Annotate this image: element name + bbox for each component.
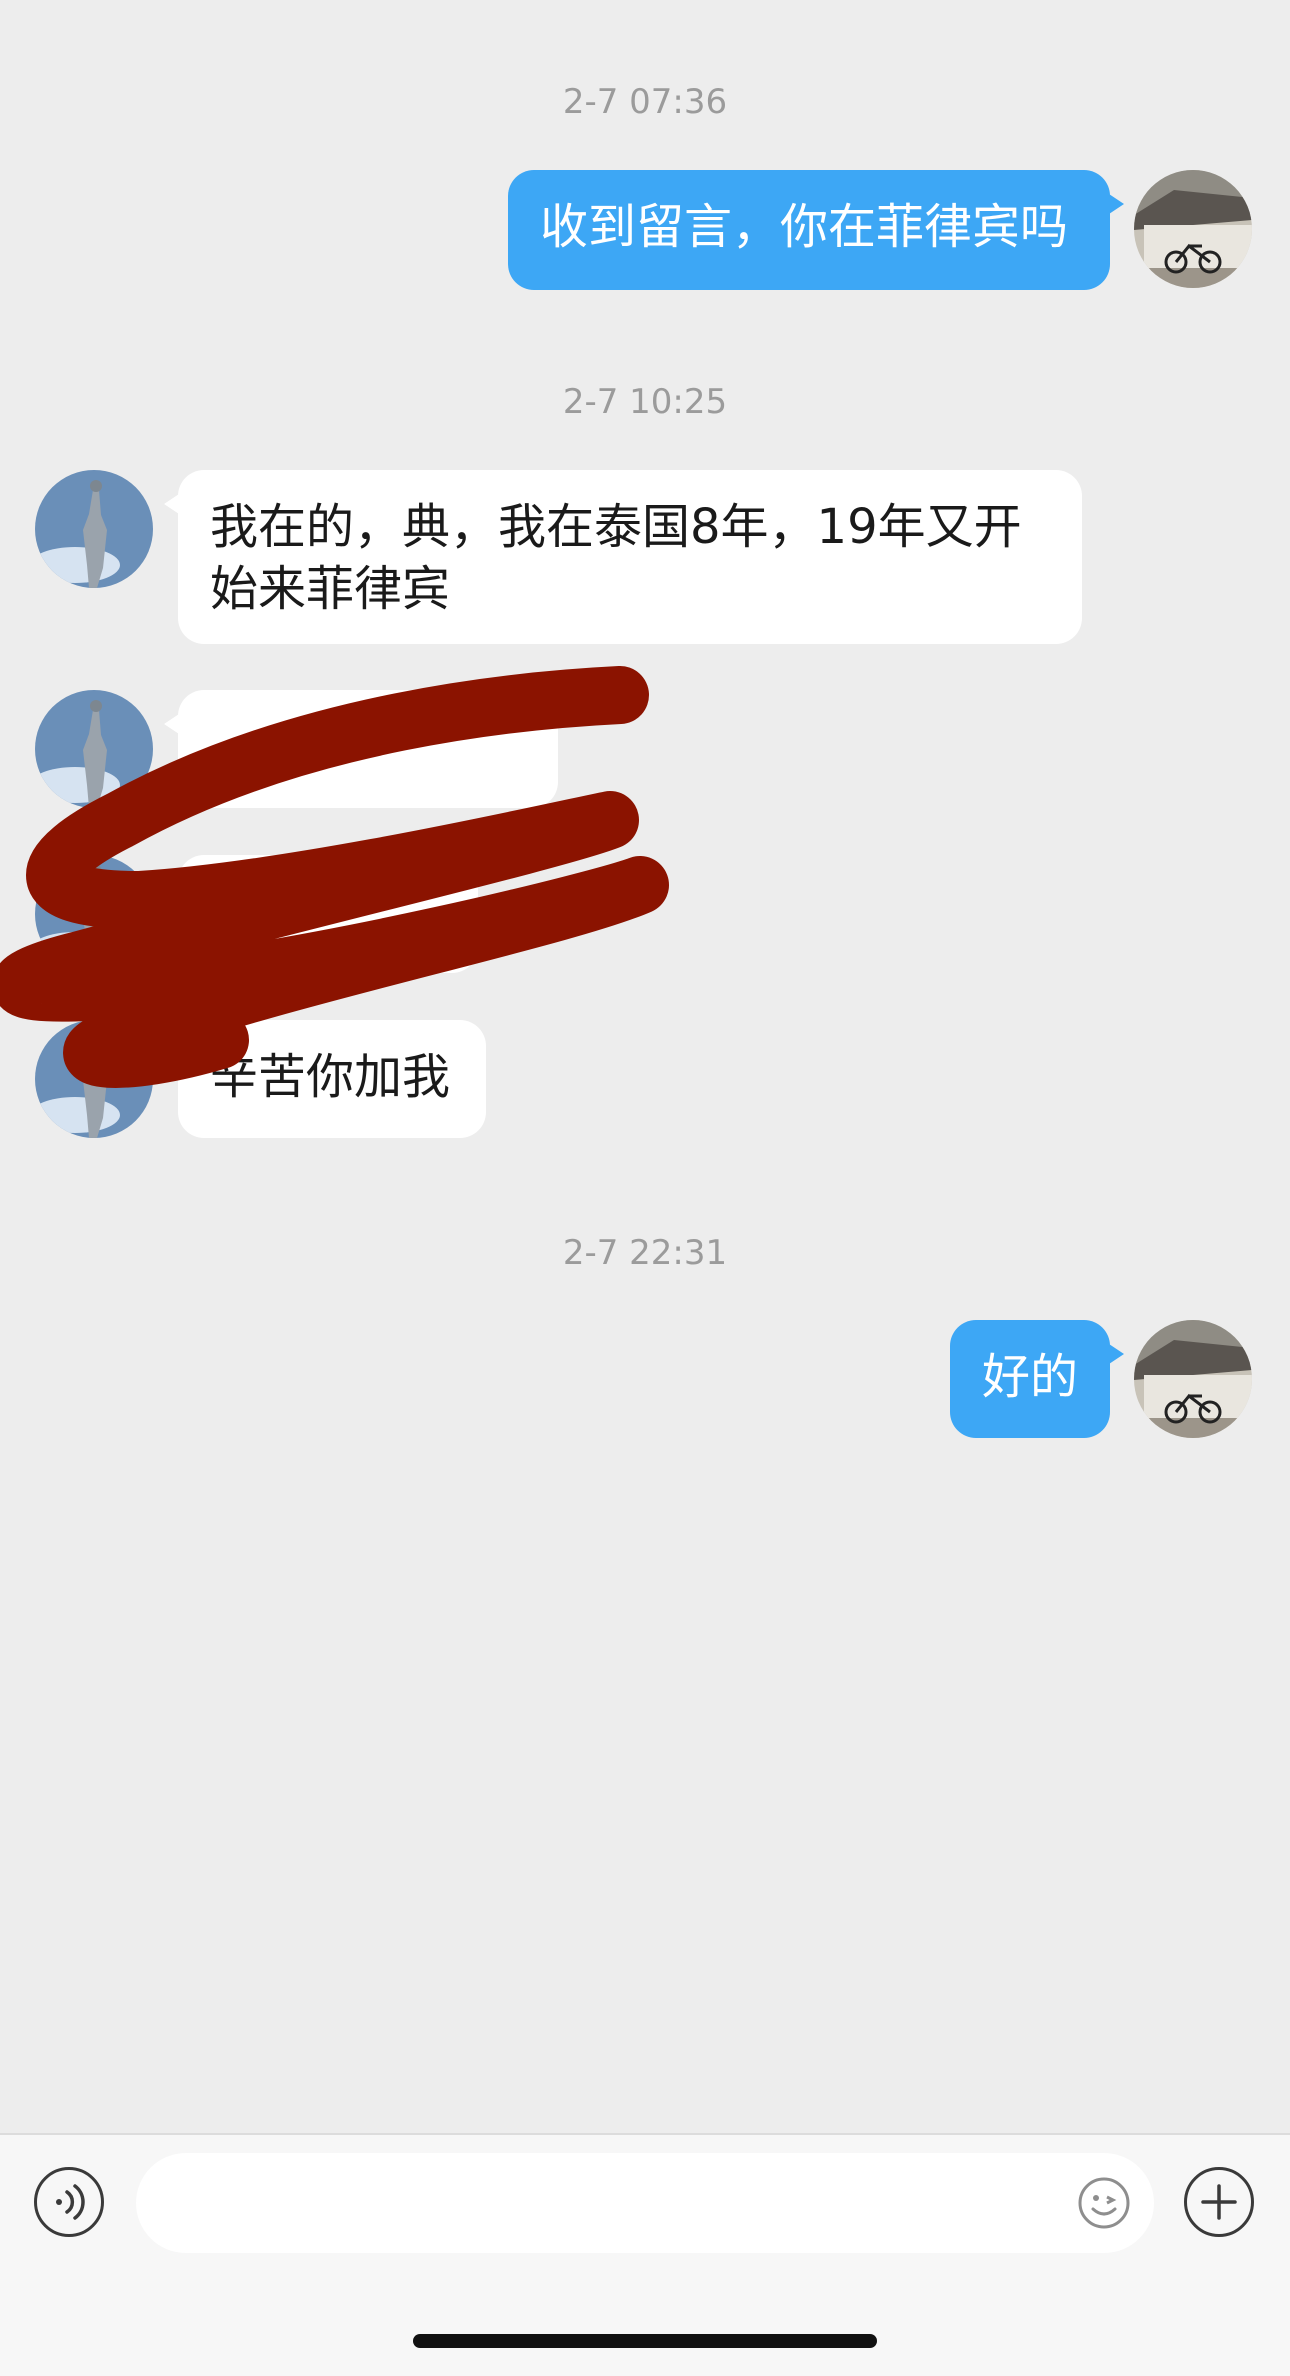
message-bubble-outgoing[interactable]: 好的 xyxy=(950,1320,1124,1438)
statue-photo xyxy=(35,470,153,588)
message-bubble-outgoing[interactable]: 收到留言，你在菲律宾吗 xyxy=(508,170,1124,290)
self-avatar[interactable] xyxy=(1134,1320,1252,1438)
plus-icon[interactable] xyxy=(1184,2167,1254,2237)
redaction-scribble xyxy=(0,666,669,1088)
home-indicator[interactable] xyxy=(413,2334,877,2348)
message-bubble-incoming[interactable]: 我在的，典，我在泰国8年，19年又开始来菲律宾 xyxy=(164,470,1082,644)
voice-wave-glyph xyxy=(56,2184,85,2220)
timestamp: 2-7 07:36 xyxy=(562,82,728,122)
emoji-icon[interactable] xyxy=(1076,2175,1132,2231)
house-bicycle-photo xyxy=(1134,170,1252,288)
timestamp: 2-7 10:25 xyxy=(562,382,728,422)
contact-avatar[interactable] xyxy=(35,470,153,588)
message-input[interactable] xyxy=(136,2153,1154,2253)
house-bicycle-photo xyxy=(1134,1320,1252,1438)
voice-icon[interactable] xyxy=(34,2167,104,2237)
chat-area: 2-7 07:36 收到留言，你在菲律宾吗 2-7 10:25 我在的，典，我在… xyxy=(0,0,1290,2133)
plus-glyph xyxy=(1201,2184,1237,2220)
smiley-glyph xyxy=(1078,2177,1130,2229)
self-avatar[interactable] xyxy=(1134,170,1252,288)
timestamp: 2-7 22:31 xyxy=(562,1233,728,1273)
